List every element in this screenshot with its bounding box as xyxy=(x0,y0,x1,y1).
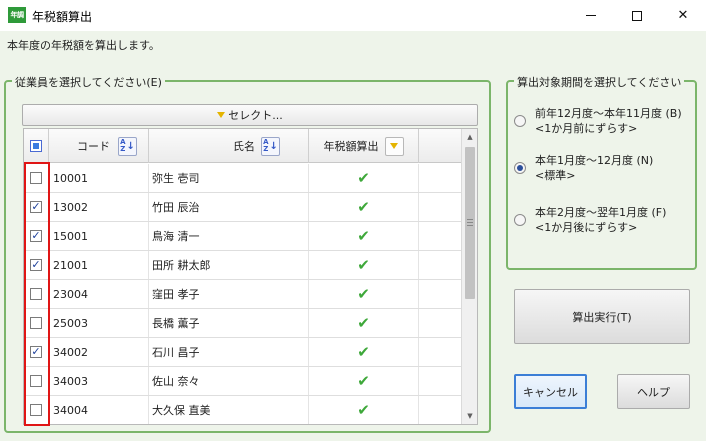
scroll-up-arrow-icon[interactable]: ▲ xyxy=(462,129,477,145)
row-checkbox[interactable] xyxy=(30,288,42,300)
period-group-legend: 算出対象期間を選択してください xyxy=(514,74,685,90)
scroll-down-arrow-icon[interactable]: ▼ xyxy=(462,408,477,424)
row-checkbox[interactable]: ✓ xyxy=(30,259,42,271)
grid-scrollbar[interactable]: ▲ ▼ xyxy=(461,129,477,424)
table-row[interactable]: 25003 長橋 薫子 ✔ xyxy=(24,309,461,338)
cancel-button[interactable]: キャンセル xyxy=(514,374,587,409)
checkmark-icon: ✔ xyxy=(357,342,370,361)
row-code: 34004 xyxy=(49,396,149,424)
table-row[interactable]: 34004 大久保 直美 ✔ xyxy=(24,396,461,424)
grid-header: コード A Z ↓ 氏名 A Z ↓ 年税額算出 xyxy=(24,129,461,163)
row-code: 10001 xyxy=(49,164,149,192)
header-filler xyxy=(419,129,461,163)
table-row[interactable]: 34003 佐山 奈々 ✔ xyxy=(24,367,461,396)
scroll-thumb[interactable] xyxy=(465,147,475,299)
app-icon: 年調 xyxy=(8,7,26,23)
row-code: 23004 xyxy=(49,280,149,308)
row-code: 34002 xyxy=(49,338,149,366)
table-row[interactable]: ✓ 13002 竹田 辰治 ✔ xyxy=(24,193,461,222)
close-button[interactable]: ✕ xyxy=(660,0,706,31)
row-code: 15001 xyxy=(49,222,149,250)
row-code: 21001 xyxy=(49,251,149,279)
sort-az-icon[interactable]: A Z ↓ xyxy=(118,136,137,156)
window-title: 年税額算出 xyxy=(32,10,93,24)
row-code: 25003 xyxy=(49,309,149,337)
radio-button[interactable] xyxy=(514,214,526,226)
checkmark-icon: ✔ xyxy=(357,313,370,332)
period-option-note: <1か月前にずらす> xyxy=(535,122,638,135)
header-code-label: コード xyxy=(77,140,110,153)
minimize-button[interactable] xyxy=(568,0,614,31)
page-description: 本年度の年税額を算出します。 xyxy=(7,39,160,52)
row-checkbox[interactable] xyxy=(30,375,42,387)
table-row[interactable]: 23004 窪田 孝子 ✔ xyxy=(24,280,461,309)
sort-az-icon[interactable]: A Z ↓ xyxy=(261,136,280,156)
run-calculation-button[interactable]: 算出実行(T) xyxy=(514,289,690,344)
minimize-icon xyxy=(586,15,596,16)
row-checkbox[interactable] xyxy=(30,172,42,184)
header-code[interactable]: コード A Z ↓ xyxy=(49,129,149,163)
checkmark-icon: ✔ xyxy=(357,255,370,274)
row-name: 石川 昌子 xyxy=(149,338,309,366)
grid-rows: 10001 弥生 壱司 ✔ ✓ 13002 竹田 辰治 ✔ ✓ 15001 鳥海… xyxy=(24,164,461,424)
checkmark-icon: ✔ xyxy=(357,197,370,216)
row-checkbox[interactable]: ✓ xyxy=(30,346,42,358)
header-checkbox-cell xyxy=(24,129,49,163)
select-button-label: セレクト... xyxy=(228,109,283,122)
period-option-note: <標準> xyxy=(535,169,576,182)
checkmark-icon: ✔ xyxy=(357,226,370,245)
period-option-label: 本年2月度～翌年1月度 (F) xyxy=(535,206,667,219)
select-button[interactable]: セレクト... xyxy=(22,104,478,126)
row-name: 弥生 壱司 xyxy=(149,164,309,192)
close-icon: ✕ xyxy=(677,8,689,23)
maximize-button[interactable] xyxy=(614,0,660,31)
row-code: 13002 xyxy=(49,193,149,221)
row-checkbox[interactable] xyxy=(30,404,42,416)
row-name: 竹田 辰治 xyxy=(149,193,309,221)
checkmark-icon: ✔ xyxy=(357,371,370,390)
table-row[interactable]: ✓ 21001 田所 耕太郎 ✔ xyxy=(24,251,461,280)
maximize-icon xyxy=(632,10,642,21)
header-calc-label: 年税額算出 xyxy=(323,140,379,153)
row-code: 34003 xyxy=(49,367,149,395)
radio-button[interactable] xyxy=(514,115,526,127)
row-checkbox[interactable]: ✓ xyxy=(30,230,42,242)
header-calc[interactable]: 年税額算出 xyxy=(309,129,419,163)
checkmark-icon: ✔ xyxy=(357,400,370,419)
period-option-label: 前年12月度～本年11月度 (B) xyxy=(535,107,682,120)
period-option-next[interactable]: 本年2月度～翌年1月度 (F) <1か月後にずらす> xyxy=(514,205,666,235)
row-name: 大久保 直美 xyxy=(149,396,309,424)
help-button[interactable]: ヘルプ xyxy=(617,374,690,409)
select-all-checkbox[interactable] xyxy=(30,140,42,152)
table-row[interactable]: ✓ 34002 石川 昌子 ✔ xyxy=(24,338,461,367)
radio-button[interactable] xyxy=(514,162,526,174)
row-name: 窪田 孝子 xyxy=(149,280,309,308)
table-row[interactable]: ✓ 15001 鳥海 清一 ✔ xyxy=(24,222,461,251)
table-row[interactable]: 10001 弥生 壱司 ✔ xyxy=(24,164,461,193)
employee-grid: コード A Z ↓ 氏名 A Z ↓ 年税額算出 10001 弥生 壱司 ✔ ✓ 130… xyxy=(23,128,478,425)
checkmark-icon: ✔ xyxy=(357,168,370,187)
row-name: 田所 耕太郎 xyxy=(149,251,309,279)
header-name[interactable]: 氏名 A Z ↓ xyxy=(149,129,309,163)
dropdown-triangle-icon xyxy=(217,112,226,118)
filter-triangle-icon[interactable] xyxy=(384,136,404,156)
row-name: 鳥海 清一 xyxy=(149,222,309,250)
row-name: 長橋 薫子 xyxy=(149,309,309,337)
period-option-note: <1か月後にずらす> xyxy=(535,221,638,234)
checkmark-icon: ✔ xyxy=(357,284,370,303)
period-option-standard[interactable]: 本年1月度～12月度 (N) <標準> xyxy=(514,153,653,183)
header-name-label: 氏名 xyxy=(233,140,255,153)
row-name: 佐山 奈々 xyxy=(149,367,309,395)
row-checkbox[interactable] xyxy=(30,317,42,329)
period-option-label: 本年1月度～12月度 (N) xyxy=(535,154,654,167)
title-bar: 年調 年税額算出 ✕ xyxy=(0,0,706,31)
row-checkbox[interactable]: ✓ xyxy=(30,201,42,213)
period-option-previous[interactable]: 前年12月度～本年11月度 (B) <1か月前にずらす> xyxy=(514,106,682,136)
employee-group-legend: 従業員を選択してください(E) xyxy=(12,74,165,90)
